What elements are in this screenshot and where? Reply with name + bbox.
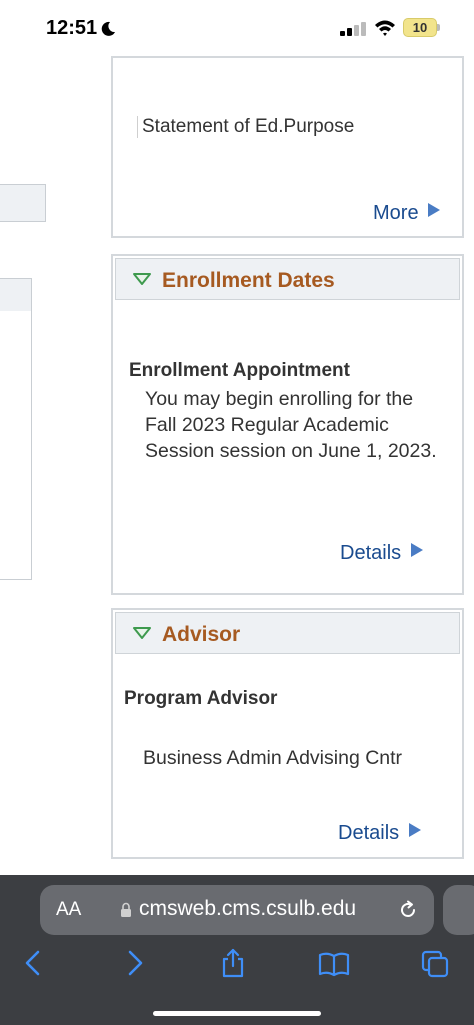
enrollment-details-link[interactable]: Details	[340, 542, 401, 565]
lock-icon	[121, 902, 131, 917]
reload-icon[interactable]	[397, 899, 419, 921]
left-partial-panel-header	[0, 279, 31, 311]
tabs-icon[interactable]	[420, 947, 450, 979]
enrollment-appointment-label: Enrollment Appointment	[129, 360, 350, 381]
advisor-details-link[interactable]: Details	[338, 822, 399, 845]
battery-level: 10	[412, 20, 428, 35]
advisor-title: Advisor	[162, 623, 241, 646]
play-arrow-icon[interactable]	[427, 202, 441, 218]
browser-toolbar: AA cmsweb.cms.csulb.edu	[0, 875, 474, 1025]
left-partial-box	[0, 184, 46, 222]
url-text[interactable]: cmsweb.cms.csulb.edu	[139, 897, 356, 921]
enrollment-appointment-text: You may begin enrolling for the Fall 202…	[145, 388, 437, 462]
share-icon[interactable]	[218, 947, 248, 979]
play-arrow-icon[interactable]	[408, 822, 422, 838]
back-icon[interactable]	[18, 947, 48, 979]
next-tab-preview[interactable]	[443, 885, 474, 935]
address-bar[interactable]: AA cmsweb.cms.csulb.edu	[40, 885, 434, 935]
left-partial-panel	[0, 278, 32, 580]
home-indicator	[153, 1011, 321, 1016]
enrollment-dates-panel: Enrollment Dates Enrollment Appointment …	[111, 254, 464, 595]
collapse-triangle-icon[interactable]	[132, 626, 152, 640]
play-arrow-icon[interactable]	[410, 542, 424, 558]
statement-item[interactable]: Statement of Ed.Purpose	[137, 116, 354, 138]
more-link[interactable]: More	[373, 202, 419, 225]
advisor-name: Business Admin Advising Cntr	[143, 747, 403, 769]
enrollment-dates-header[interactable]: Enrollment Dates	[115, 258, 460, 300]
wifi-icon	[375, 20, 395, 36]
enrollment-dates-title: Enrollment Dates	[162, 269, 335, 292]
program-advisor-label: Program Advisor	[124, 688, 278, 709]
battery-cap	[437, 24, 440, 31]
advisor-header[interactable]: Advisor	[115, 612, 460, 654]
status-bar: 12:51 10	[0, 0, 474, 58]
forward-icon[interactable]	[120, 947, 150, 979]
advisor-panel: Advisor Program Advisor Business Admin A…	[111, 608, 464, 859]
status-time: 12:51	[46, 17, 98, 39]
collapse-triangle-icon[interactable]	[132, 272, 152, 286]
reader-options-button[interactable]: AA	[56, 899, 81, 921]
battery-icon: 10	[403, 18, 437, 37]
statement-panel: Statement of Ed.Purpose More	[111, 56, 464, 238]
signal-icon	[340, 22, 366, 36]
moon-icon	[101, 21, 115, 36]
bookmarks-icon[interactable]	[318, 947, 350, 979]
